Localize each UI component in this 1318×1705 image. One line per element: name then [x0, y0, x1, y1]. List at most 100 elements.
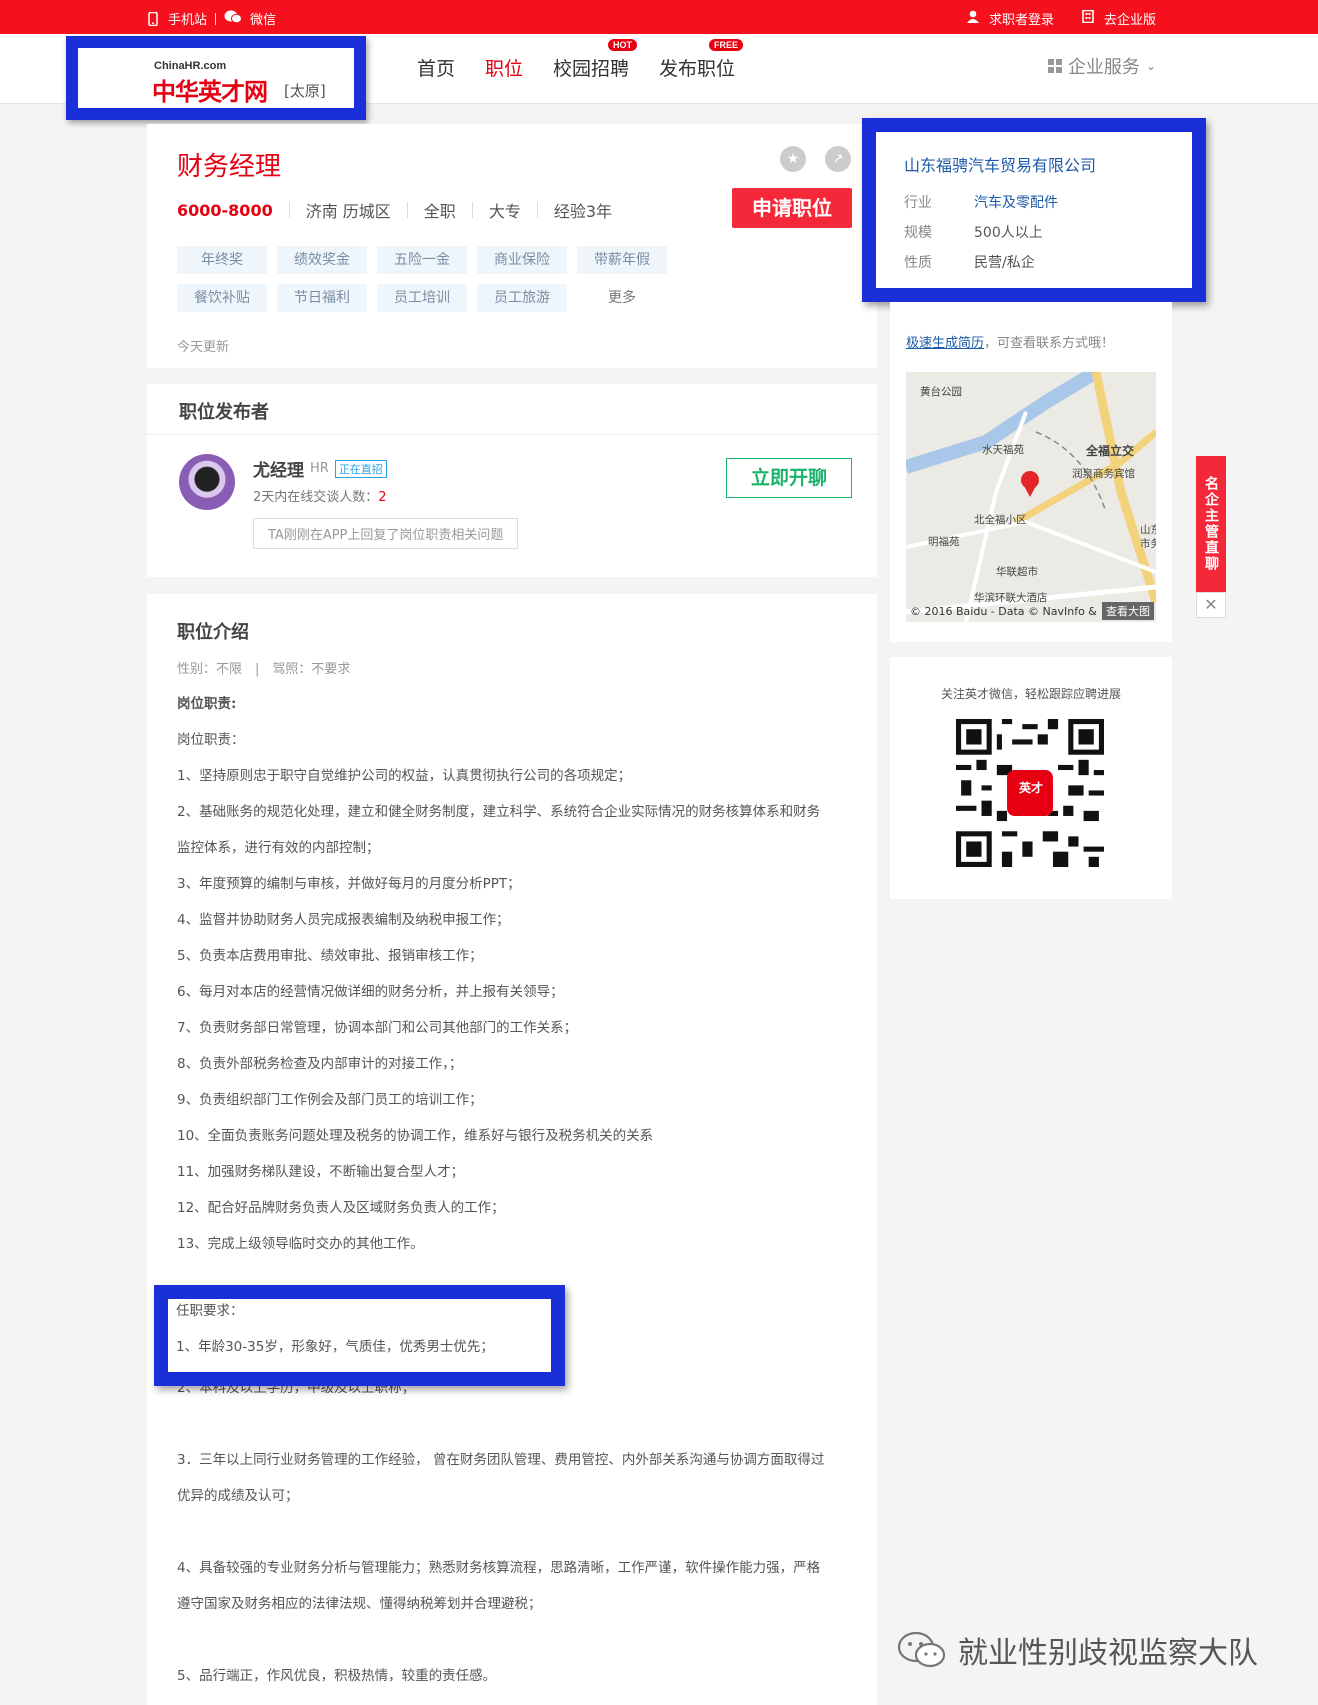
- enterprise-service-menu[interactable]: 企业服务 ⌄: [1047, 53, 1156, 79]
- nav-campus-label: 校园招聘: [553, 58, 630, 80]
- logo[interactable]: 中华英才网: [152, 72, 268, 107]
- job-summary-card: 财务经理 ★ ↗ 6000-8000 济南 历城区 全职 大专 经验3年 申请职…: [147, 124, 877, 368]
- duty-line: 12、配合好品牌财务负责人及区域财务负责人的工作；: [177, 1200, 505, 1216]
- enterprise-version-link[interactable]: 去企业版: [1104, 9, 1156, 28]
- requirements-highlight: 任职要求： 1、年龄30-35岁，形象好，气质佳，优秀男士优先；: [154, 1285, 565, 1386]
- apply-button[interactable]: 申请职位: [732, 188, 852, 228]
- benefit-tag: 年终奖: [177, 246, 267, 274]
- job-type: 全职: [423, 202, 456, 221]
- benefit-tag: 员工旅游: [477, 284, 567, 312]
- company-industry: 行业 汽车及零配件: [904, 192, 1058, 212]
- side-map-card: 极速生成简历，可查看联系方式哦！ 黄台公园 水天福苑 全福立交 润泉商务宾馆 北…: [890, 302, 1172, 642]
- req-line: 3．三年以上同行业财务管理的工作经验， 曾在财务团队管理、费用管控、内外部关系沟…: [177, 1452, 825, 1468]
- benefit-tag: 带薪年假: [577, 246, 667, 274]
- duty-line: 9、负责组织部门工作例会及部门员工的培训工作；: [177, 1092, 483, 1108]
- benefit-tags: 年终奖 绩效奖金 五险一金 商业保险 带薪年假 餐饮补贴 节日福利 员工培训 员…: [177, 246, 677, 312]
- industry-value[interactable]: 汽车及零配件: [974, 192, 1058, 212]
- nav-post-job-label: 发布职位: [659, 58, 736, 80]
- map-label: 水天福苑: [982, 444, 1024, 456]
- company-scale: 规模 500人以上: [904, 222, 1043, 242]
- exec-chat-float-tab[interactable]: 名企主管直聊: [1196, 456, 1226, 592]
- nav-campus[interactable]: 校园招聘 HOT: [553, 39, 638, 81]
- benefit-tag: 员工培训: [377, 284, 467, 312]
- more-tags-link[interactable]: 更多: [577, 284, 667, 312]
- logo-highlight: ChinaHR.com 中华英才网 [太原]: [66, 36, 366, 120]
- top-bar: 手机站 微信 求职者登录 去企业版: [0, 0, 1318, 34]
- location-map[interactable]: 黄台公园 水天福苑 全福立交 润泉商务宾馆 北全福小区 明福苑 华联超市 华滨环…: [906, 372, 1156, 622]
- enterprise-service-label: 企业服务: [1067, 57, 1140, 78]
- wechat-link[interactable]: 微信: [250, 9, 276, 28]
- map-label: 山东: [1140, 524, 1156, 536]
- duty-line: 13、完成上级领导临时交办的其他工作。: [177, 1236, 424, 1252]
- job-meta: 6000-8000 济南 历城区 全职 大专 经验3年: [177, 198, 612, 222]
- scale-label: 规模: [904, 225, 932, 241]
- map-label: 市务: [1140, 538, 1156, 550]
- start-chat-button[interactable]: 立即开聊: [726, 458, 852, 498]
- description-heading: 职位介绍: [177, 622, 249, 643]
- wechat-qr-card: 关注英才微信，轻松跟踪应聘进展 英才: [890, 657, 1172, 899]
- hr-name: 尤经理: [253, 461, 304, 481]
- publisher-heading: 职位发布者: [179, 402, 269, 423]
- education: 大专: [488, 202, 521, 221]
- hr-role: HR: [310, 461, 329, 476]
- view-large-map-button[interactable]: 查看大图: [1102, 602, 1154, 620]
- duty-line: 岗位职责：: [177, 732, 245, 748]
- map-roads: [906, 372, 1156, 622]
- qr-caption: 关注英才微信，轻松跟踪应聘进展: [940, 687, 1121, 701]
- close-icon[interactable]: ✕: [1196, 592, 1226, 618]
- map-label: 华联超市: [996, 566, 1038, 578]
- req-line: 4、具备较强的专业财务分析与管理能力；熟悉财务核算流程，思路清晰，工作严谨，软件…: [177, 1560, 821, 1576]
- map-label: 全福立交: [1086, 444, 1135, 458]
- nav-post-job[interactable]: 发布职位 FREE: [659, 39, 744, 81]
- quick-resume-link[interactable]: 极速生成简历: [906, 336, 984, 351]
- duty-line: 5、负责本店费用审批、绩效审批、报销审核工作；: [177, 948, 483, 964]
- favorite-icon[interactable]: ★: [780, 146, 806, 172]
- req-line: 遵守国家及财务相应的法律法规、懂得纳税筹划并合理避税；: [177, 1596, 542, 1612]
- req-line: [177, 1622, 847, 1658]
- duty-line: 1、坚持原则忠于职守自觉维护公司的权益，认真贯彻执行公司的各项规定；: [177, 768, 632, 784]
- resume-tip: 极速生成简历，可查看联系方式哦！: [906, 332, 1114, 351]
- job-title: 财务经理: [177, 152, 282, 182]
- benefit-tag: 五险一金: [377, 246, 467, 274]
- duty-line: 6、每月对本店的经营情况做详细的财务分析，并上报有关领导；: [177, 984, 564, 1000]
- duty-line: 4、监督并协助财务人员完成报表编制及纳税申报工作；: [177, 912, 510, 928]
- benefit-tag: 商业保险: [477, 246, 567, 274]
- jobseeker-login-link[interactable]: 求职者登录: [989, 9, 1054, 28]
- avatar: [179, 454, 235, 510]
- nav-home[interactable]: 首页: [417, 54, 455, 81]
- free-badge: FREE: [709, 39, 744, 51]
- benefit-tag: 餐饮补贴: [177, 284, 267, 312]
- job-description-card: 职位介绍 性别：不限 | 驾照：不要求 岗位职责: 岗位职责： 1、坚持原则忠于…: [147, 594, 877, 1705]
- wechat-icon: [224, 10, 243, 28]
- nature-label: 性质: [904, 255, 932, 271]
- divider: [215, 12, 217, 25]
- map-copyright: © 2016 Baidu - Data © NavInfo &: [910, 605, 1097, 618]
- location: 济南 历城区: [305, 202, 391, 221]
- company-name-link[interactable]: 山东福骋汽车贸易有限公司: [904, 152, 1096, 176]
- watermark-text: 就业性别歧视监察大队: [958, 1636, 1258, 1671]
- industry-label: 行业: [904, 195, 932, 211]
- grid-icon: [1047, 59, 1062, 73]
- duty-line: 2、基础账务的规范化处理，建立和健全财务制度，建立科学、系统符合企业实际情况的财…: [177, 804, 821, 820]
- chat-count: 2天内在线交谈人数：2: [253, 486, 387, 505]
- status-badge: 正在直招: [334, 459, 387, 478]
- duty-line: 7、负责财务部日常管理，协调本部门和公司其他部门的工作关系；: [177, 1020, 578, 1036]
- description-body: 岗位职责: 岗位职责： 1、坚持原则忠于职守自觉维护公司的权益，认真贯彻执行公司…: [177, 686, 847, 1694]
- hr-activity-note: TA刚刚在APP上回复了岗位职责相关问题: [253, 518, 519, 549]
- share-icon[interactable]: ↗: [825, 146, 851, 172]
- duty-line: 监控体系，进行有效的内部控制；: [177, 840, 380, 856]
- mobile-site-link[interactable]: 手机站: [168, 9, 207, 28]
- map-label: 北全福小区: [974, 514, 1027, 526]
- city-selector[interactable]: [太原]: [284, 80, 326, 101]
- resume-tip-text: ，可查看联系方式哦！: [984, 336, 1115, 351]
- company-info-highlight: 山东福骋汽车贸易有限公司 行业 汽车及零配件 规模 500人以上 性质 民营/私企: [862, 118, 1206, 302]
- wechat-icon: [897, 1631, 946, 1668]
- duty-line: 8、负责外部税务检查及内部审计的对接工作，；: [177, 1056, 463, 1072]
- nature-value: 民营/私企: [974, 255, 1035, 271]
- divider: [147, 434, 877, 435]
- main-nav: 首页 职位 校园招聘 HOT 发布职位 FREE: [417, 39, 744, 81]
- req-heading: 任职要求：: [176, 1303, 244, 1319]
- map-label: 润泉商务宾馆: [1072, 468, 1135, 480]
- company-nature: 性质 民营/私企: [904, 252, 1035, 272]
- nav-jobs[interactable]: 职位: [485, 54, 523, 81]
